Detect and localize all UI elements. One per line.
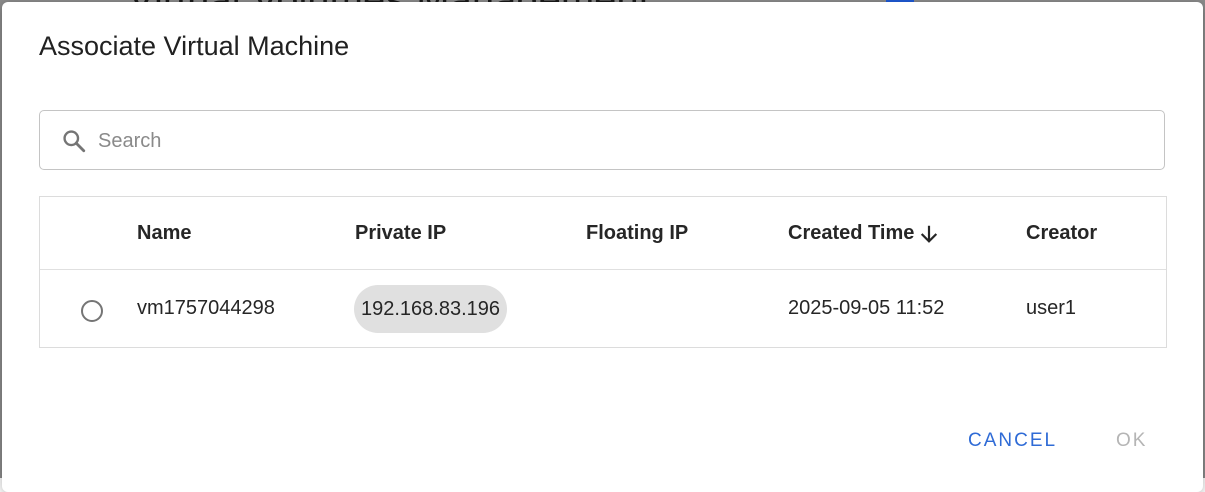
ok-button[interactable]: OK [1116,430,1147,452]
cell-name: vm1757044298 [137,297,275,319]
table-row[interactable]: vm1757044298 192.168.83.196 2025-09-05 1… [40,270,1166,347]
search-icon [63,130,86,153]
dialog-title: Associate Virtual Machine [39,31,350,61]
cancel-button[interactable]: CANCEL [968,430,1057,452]
cell-creator: user1 [1026,297,1077,319]
column-header-label: Created Time [788,222,915,244]
column-header-created-time[interactable]: Created Time [788,222,940,245]
private-ip-chip: 192.168.83.196 [354,285,508,333]
table-header: Name Private IP Floating IP Created Time… [40,197,1166,270]
column-header-label: Creator [1026,222,1098,244]
vm-table: Name Private IP Floating IP Created Time… [39,196,1167,348]
column-header-name[interactable]: Name [137,222,191,245]
column-header-private-ip[interactable]: Private IP [355,222,446,245]
column-header-floating-ip[interactable]: Floating IP [586,222,688,245]
column-header-creator[interactable]: Creator [1026,222,1097,245]
cell-created-time: 2025-09-05 11:52 [788,297,945,319]
row-select-radio[interactable] [81,300,103,322]
arrow-down-icon[interactable] [918,223,940,245]
column-header-label: Name [137,222,192,244]
column-header-label: Private IP [355,222,447,244]
column-header-label: Floating IP [586,222,689,244]
search-field[interactable] [39,110,1165,170]
associate-vm-dialog: Associate Virtual Machine Name Private I… [2,2,1203,492]
search-input[interactable] [98,125,1138,157]
